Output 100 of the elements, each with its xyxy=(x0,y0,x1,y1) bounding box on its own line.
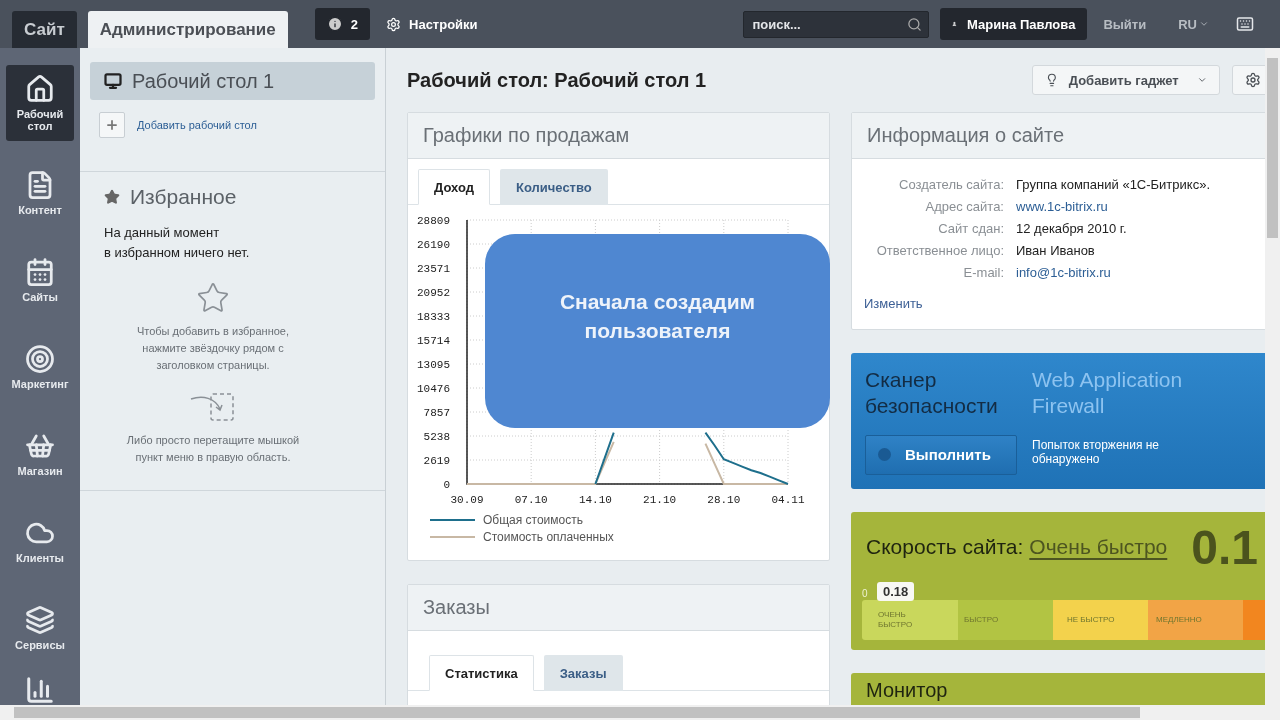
info-label: E-mail: xyxy=(962,265,1004,280)
star-icon xyxy=(104,189,120,205)
axis-label: 13095 xyxy=(417,359,450,371)
axis-label: 21.10 xyxy=(643,494,677,506)
speed-segment: МЕДЛЕННО xyxy=(1148,600,1243,640)
speed-segment: БЫСТРО xyxy=(958,600,1053,640)
page-title: Рабочий стол: Рабочий стол 1 xyxy=(407,68,707,92)
run-button[interactable]: Выполнить xyxy=(865,434,1017,475)
card-title: Графики по продажам xyxy=(408,113,829,159)
axis-label: 20952 xyxy=(417,287,450,299)
sidebar-item[interactable]: Клиенты xyxy=(6,501,74,581)
axis-label: 04.11 xyxy=(771,494,805,506)
info-value: 12 декабря 2010 г. xyxy=(1016,221,1128,236)
axis-label: 5238 xyxy=(423,431,450,443)
search-icon xyxy=(907,16,923,32)
search-field[interactable]: поиск... xyxy=(743,10,930,38)
empty-message: На данный момент xyxy=(104,224,221,242)
dot-icon xyxy=(878,448,891,461)
add-button[interactable] xyxy=(99,112,125,138)
speed-rating-link[interactable]: Очень быстро xyxy=(1029,535,1168,559)
sidebar-item[interactable]: Контент xyxy=(6,153,74,233)
axis-label: 28.10 xyxy=(707,494,741,506)
orders-tab[interactable]: Статистика xyxy=(429,655,534,691)
settings-button[interactable] xyxy=(1232,65,1265,95)
target-icon xyxy=(25,344,55,374)
axis-label: 18333 xyxy=(417,311,450,323)
sidebar-item[interactable]: Маркетинг xyxy=(6,327,74,407)
speed-value: 0.1 xyxy=(1191,519,1258,575)
top-tab[interactable]: Администрирование xyxy=(87,11,288,48)
axis-label: 15714 xyxy=(417,335,450,347)
logout-link[interactable]: Выйти xyxy=(1103,16,1147,32)
card-title: Информация о сайте xyxy=(852,113,1265,159)
firewall-title: Web Application Firewall xyxy=(1032,367,1184,419)
bar-chart-icon[interactable] xyxy=(25,675,55,705)
horizontal-scrollbar[interactable] xyxy=(0,705,1280,720)
axis-label: 10476 xyxy=(417,383,450,395)
info-label: Ответственное лицо: xyxy=(875,243,1004,258)
vertical-scrollbar[interactable] xyxy=(1265,48,1280,705)
chart-tab[interactable]: Доход xyxy=(418,169,490,205)
top-tab[interactable]: Сайт xyxy=(12,11,77,48)
axis-label: 28809 xyxy=(417,215,450,227)
star-icon xyxy=(196,281,230,315)
axis-label: 26190 xyxy=(417,239,450,251)
sidebar-item[interactable]: Рабочий стол xyxy=(6,65,74,141)
settings-icon xyxy=(386,16,401,32)
favorites-title: Избранное xyxy=(104,185,361,209)
callout: Сначала создадим пользователя xyxy=(485,234,830,428)
scanner-title: Сканер безопасности xyxy=(865,367,999,419)
speed-marker: 0.18 xyxy=(877,582,915,601)
axis-label: 07.10 xyxy=(514,494,548,506)
chart-tab[interactable]: Количество xyxy=(499,169,608,205)
sidebar-item[interactable]: Сервисы xyxy=(6,588,74,668)
axis-label: 0 xyxy=(443,479,450,491)
orders-tab[interactable]: Заказы xyxy=(543,655,623,691)
legend-label: Стоимость оплаченных xyxy=(483,530,614,544)
language-select[interactable]: RU xyxy=(1178,16,1209,32)
desktop-item[interactable]: Рабочий стол 1 xyxy=(90,62,375,100)
scan-status: Попыток вторжения не обнаружено xyxy=(1032,437,1161,468)
calendar-icon xyxy=(25,257,55,287)
hint-text: Либо просто перетащите мышкой пункт меню в правую область. xyxy=(125,433,301,465)
sidebar-item[interactable]: Магазин xyxy=(6,414,74,494)
add-desktop-link[interactable]: Добавить рабочий стол xyxy=(137,119,257,131)
info-label: Сайт сдан: xyxy=(937,221,1004,236)
axis-label: 30.09 xyxy=(450,494,484,506)
keyboard-icon[interactable] xyxy=(1236,15,1254,33)
user-button[interactable]: Марина Павлова xyxy=(940,8,1088,40)
drag-icon xyxy=(189,392,237,424)
notifications-button[interactable]: 2 xyxy=(314,8,370,40)
house-icon xyxy=(25,74,55,104)
axis-label: 23571 xyxy=(417,263,450,275)
speed-segment: НЕ БЫСТРО xyxy=(1053,600,1148,640)
speed-segment: ОЧЕНЬ БЫСТРО xyxy=(862,600,958,640)
speed-title: Скорость сайта: xyxy=(866,535,1024,559)
settings-link[interactable]: Настройки xyxy=(386,16,478,32)
lightbulb-icon xyxy=(1045,72,1059,88)
card-title: Монитор xyxy=(866,679,948,701)
axis-label: 2619 xyxy=(423,455,450,467)
monitor-icon xyxy=(104,72,122,90)
axis-label: 14.10 xyxy=(578,494,612,506)
plus-icon xyxy=(105,118,119,132)
layers-icon xyxy=(25,605,55,635)
legend-label: Общая стоимость xyxy=(483,513,583,527)
info-label: Создатель сайта: xyxy=(898,177,1004,192)
caret-icon xyxy=(1199,19,1209,29)
search-input[interactable]: поиск... xyxy=(750,15,901,33)
axis-label: 7857 xyxy=(423,407,450,419)
card-title: Заказы xyxy=(408,585,829,631)
settings-icon xyxy=(1245,72,1261,88)
hint-text: Чтобы добавить в избранное, нажмите звёздочку рядом с заголовком страницы. xyxy=(135,324,291,373)
empty-message: в избранном ничего нет. xyxy=(104,244,251,262)
add-gadget-button[interactable]: Добавить гаджет xyxy=(1032,65,1220,95)
scale-label: 0 xyxy=(862,588,868,599)
info-value: Группа компаний «1С-Битрикс». xyxy=(1016,177,1211,192)
info-link[interactable]: info@1c-bitrix.ru xyxy=(1016,265,1265,280)
info-link[interactable]: www.1c-bitrix.ru xyxy=(1016,199,1265,214)
edit-link[interactable]: Изменить xyxy=(864,296,923,311)
info-icon xyxy=(326,16,343,32)
info-value: Иван Иванов xyxy=(1016,243,1096,258)
sidebar-item[interactable]: Сайты xyxy=(6,240,74,320)
info-label: Адрес сайта: xyxy=(924,199,1004,214)
